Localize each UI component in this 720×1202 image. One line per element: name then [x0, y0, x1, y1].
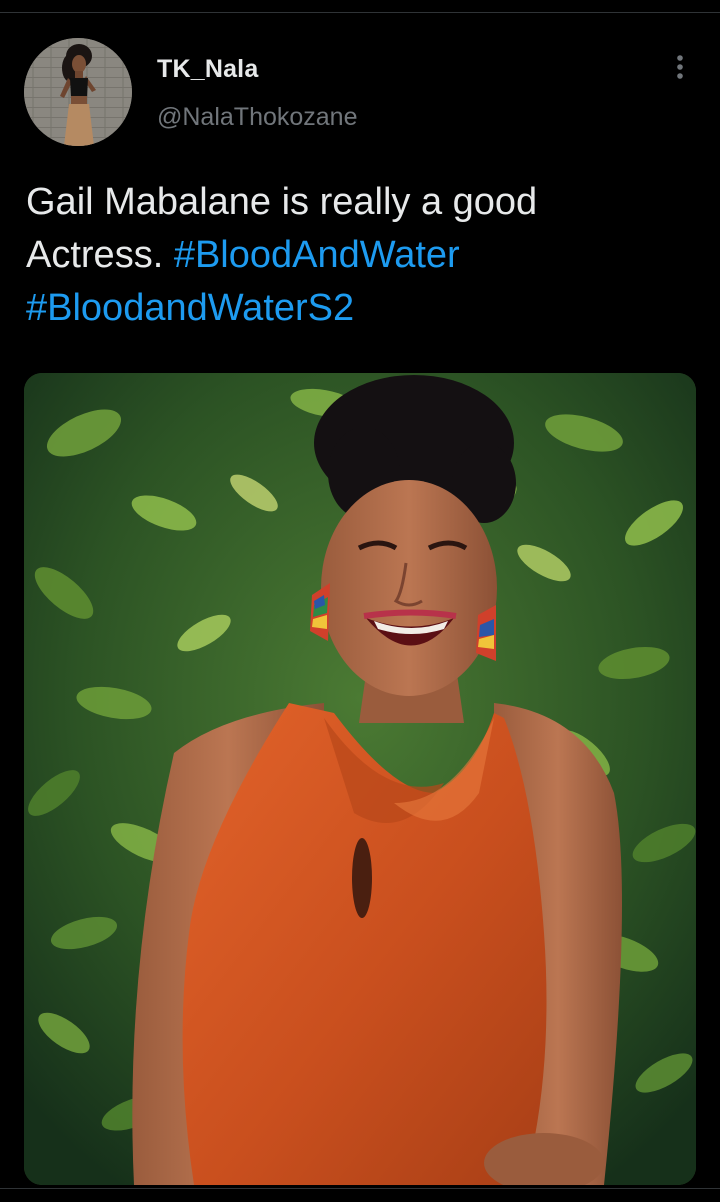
avatar[interactable] — [24, 38, 132, 146]
top-divider — [0, 12, 720, 13]
more-vertical-icon — [676, 54, 684, 85]
more-options-button[interactable] — [663, 52, 697, 86]
hashtag-link[interactable]: #BloodandWaterS2 — [26, 287, 354, 329]
user-handle[interactable]: @NalaThokozane — [157, 103, 358, 132]
tweet-media-image[interactable] — [24, 373, 696, 1185]
display-name[interactable]: TK_Nala — [157, 55, 258, 84]
tweet-text-line1: Gail Mabalane is really a good — [26, 181, 538, 223]
bottom-divider — [0, 1188, 720, 1189]
hashtag-link[interactable]: #BloodAndWater — [174, 234, 460, 276]
tweet-text-line2: Actress. — [26, 234, 164, 276]
tweet-text: Gail Mabalane is really a good Actress. … — [26, 176, 696, 335]
